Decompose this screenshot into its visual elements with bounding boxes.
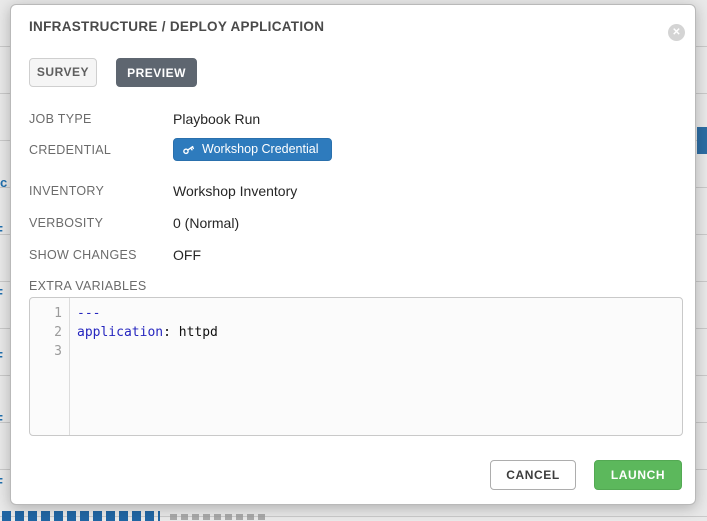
background-blue-button-fragment — [697, 127, 707, 154]
editor-line-numbers: 1 2 3 — [30, 298, 70, 435]
inventory-value: Workshop Inventory — [173, 183, 297, 199]
verbosity-value: 0 (Normal) — [173, 215, 239, 231]
line-number: 2 — [30, 323, 62, 342]
launch-button[interactable]: LAUNCH — [594, 460, 682, 490]
background-bottom-text-fragment — [2, 511, 160, 521]
code-line-3 — [77, 342, 682, 361]
code-line-1: --- — [77, 304, 682, 323]
credential-badge-label: Workshop Credential — [202, 139, 319, 160]
yaml-key: application — [77, 325, 163, 340]
code-line-2: application: httpd — [77, 323, 682, 342]
credential-label: CREDENTIAL — [29, 143, 111, 157]
job-type-label: JOB TYPE — [29, 112, 92, 126]
inventory-label: INVENTORY — [29, 184, 104, 198]
close-icon[interactable]: ✕ — [668, 24, 685, 41]
background-bottom-subtext-fragment — [170, 514, 265, 520]
job-type-value: Playbook Run — [173, 111, 260, 127]
show-changes-label: SHOW CHANGES — [29, 248, 137, 262]
show-changes-value: OFF — [173, 247, 201, 263]
extra-variables-editor[interactable]: 1 2 3 --- application: httpd — [29, 297, 683, 436]
tab-preview[interactable]: PREVIEW — [116, 58, 197, 87]
line-number: 3 — [30, 342, 62, 361]
screen: rc F F F F F INFRASTRUCTURE / DEPLOY APP… — [0, 0, 707, 521]
credential-badge[interactable]: Workshop Credential — [173, 138, 332, 161]
key-icon — [179, 140, 197, 158]
cancel-button[interactable]: CANCEL — [490, 460, 576, 490]
yaml-doc-start: --- — [77, 306, 100, 321]
modal-title: INFRASTRUCTURE / DEPLOY APPLICATION — [29, 19, 324, 34]
tab-survey[interactable]: SURVEY — [29, 58, 97, 87]
verbosity-label: VERBOSITY — [29, 216, 103, 230]
editor-code: --- application: httpd — [70, 298, 682, 435]
deploy-application-preview-modal: INFRASTRUCTURE / DEPLOY APPLICATION ✕ SU… — [10, 4, 696, 505]
yaml-value: : httpd — [163, 325, 218, 340]
extra-variables-label: EXTRA VARIABLES — [29, 279, 147, 293]
line-number: 1 — [30, 304, 62, 323]
